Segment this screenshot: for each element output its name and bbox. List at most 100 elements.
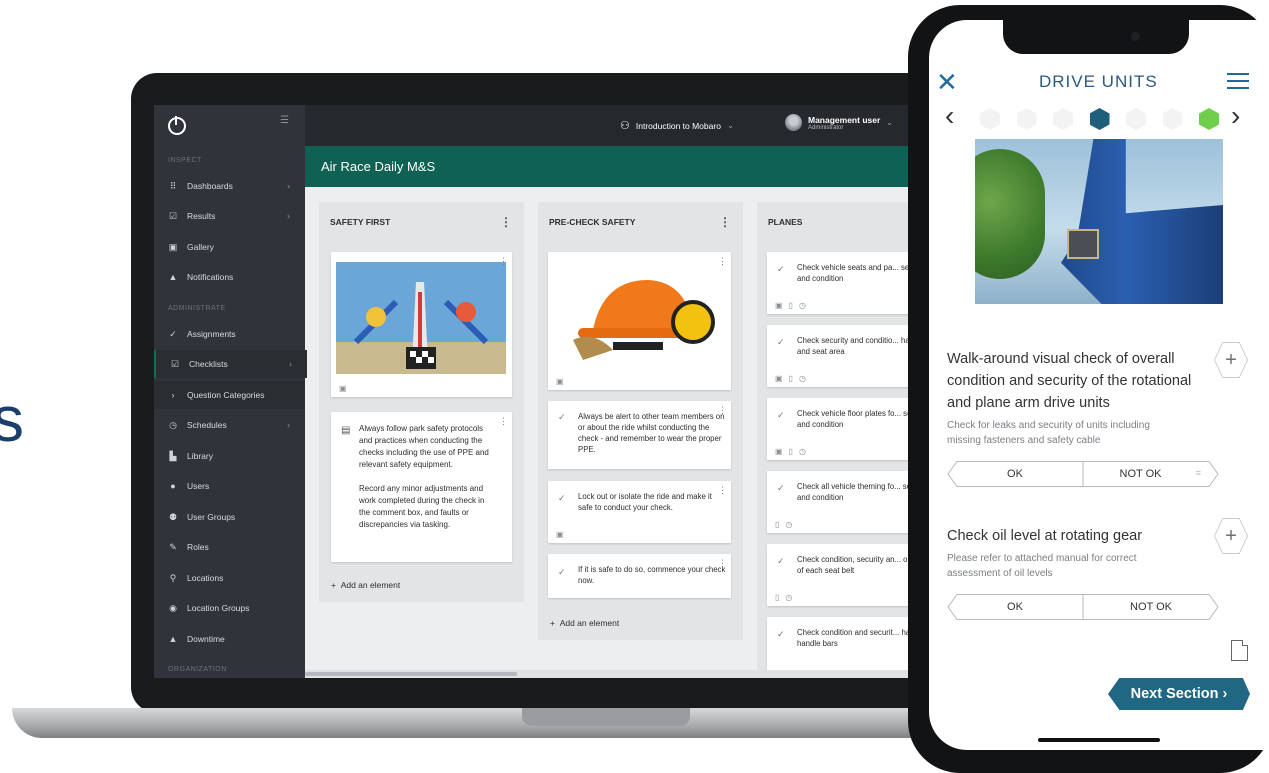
- top-bar: ⚇ Introduction to Mobaro ⌄ Management us…: [305, 105, 954, 146]
- section-title: DRIVE UNITS: [1039, 72, 1158, 91]
- ok-button[interactable]: OK: [947, 594, 1083, 620]
- horizontal-scrollbar[interactable]: [305, 670, 954, 678]
- image-card[interactable]: ⋮ ▣: [548, 252, 731, 390]
- question-description-line: Check for leaks and security of units in…: [947, 420, 1150, 431]
- sidebar-item-roles[interactable]: ✎ Roles: [154, 533, 305, 561]
- sidebar-item-library[interactable]: ▙ Library: [154, 442, 305, 470]
- check-item-text: Always be alert to other team members on…: [578, 412, 725, 454]
- item-icons: ▣▯◷: [775, 301, 812, 310]
- sidebar-item-user-groups[interactable]: ⚉ User Groups: [154, 503, 305, 531]
- check-icon: ✓: [777, 483, 785, 493]
- collapse-sidebar-icon[interactable]: ☰: [280, 115, 289, 126]
- kebab-menu-icon[interactable]: ⋮: [718, 405, 727, 416]
- question-description-line: assessment of oil levels: [947, 568, 1053, 579]
- sidebar-item-downtime[interactable]: ▲ Downtime: [154, 625, 305, 653]
- hamburger-menu-icon[interactable]: [1227, 73, 1249, 94]
- answer-toggle: OK NOT OK ≡: [947, 461, 1219, 487]
- not-ok-button[interactable]: NOT OK: [1083, 461, 1198, 487]
- users-icon: ⚉: [168, 512, 178, 522]
- sidebar-item-dashboards[interactable]: ⠿ Dashboards ›: [154, 172, 305, 200]
- sidebar-item-locations[interactable]: ⚲ Locations: [154, 564, 305, 592]
- drive-unit-photo: [975, 139, 1223, 304]
- note-text: Always follow park safety protocols and …: [359, 423, 509, 531]
- column-header: SAFETY FIRST ⋮: [319, 202, 524, 242]
- add-element-label: Add an element: [340, 580, 401, 590]
- question-description-line: Please refer to attached manual for corr…: [947, 553, 1137, 564]
- note-line: discrepancies via tasking.: [359, 520, 451, 529]
- not-ok-button[interactable]: NOT OK: [1083, 594, 1219, 620]
- kebab-menu-icon[interactable]: ⋮: [499, 256, 508, 267]
- question-title-line: Check oil level at rotating gear: [947, 528, 1143, 544]
- mobaro-logo-icon[interactable]: [168, 116, 186, 135]
- next-section-button[interactable]: Next Section ›: [1108, 678, 1250, 710]
- kebab-menu-icon[interactable]: ⋮: [718, 485, 727, 496]
- check-item-card[interactable]: ✓ Always be alert to other team members …: [548, 401, 731, 469]
- sidebar-item-schedules[interactable]: ◷ Schedules ›: [154, 411, 305, 439]
- chevron-down-icon: ⌄: [886, 118, 893, 127]
- kebab-menu-icon[interactable]: ⋮: [719, 202, 731, 242]
- sidebar-item-label: Users: [187, 481, 210, 491]
- section-inspect: INSPECT: [168, 157, 202, 164]
- image-icon: ▣: [556, 530, 570, 539]
- check-item-card[interactable]: ✓ If it is safe to do so, commence your …: [548, 554, 731, 598]
- user-menu[interactable]: Management user Administrator ⌄: [785, 114, 893, 131]
- plus-icon: +: [1215, 519, 1247, 553]
- check-icon: ✓: [777, 410, 785, 420]
- pin-group-icon: ◉: [169, 603, 177, 613]
- chevron-right-icon[interactable]: ›: [1231, 100, 1240, 132]
- chevron-left-icon[interactable]: ‹: [945, 100, 954, 132]
- sidebar-item-label: Gallery: [187, 242, 214, 252]
- chevron-right-icon: ›: [289, 359, 292, 369]
- note-line: Always follow park safety protocols: [359, 424, 484, 433]
- sidebar-item-label: Dashboards: [187, 181, 233, 191]
- note-icon: ▤: [341, 425, 351, 436]
- question-title-line: Walk-around visual check of overall: [947, 351, 1175, 367]
- add-element-button[interactable]: + Add an element: [331, 580, 400, 590]
- gallery-icon: ▣: [168, 242, 178, 252]
- bullet-icon: ›: [171, 390, 175, 400]
- notes-icon: ≡: [1195, 468, 1201, 478]
- sidebar: ☰ INSPECT ⠿ Dashboards › ☑ Results › ▣ Galler…: [154, 105, 307, 678]
- sidebar-item-location-groups[interactable]: ◉ Location Groups: [154, 594, 305, 622]
- kebab-menu-icon[interactable]: ⋮: [718, 256, 727, 267]
- add-element-label: Add an element: [559, 618, 620, 628]
- org-switcher[interactable]: ⚇ Introduction to Mobaro ⌄: [620, 119, 734, 132]
- document-icon[interactable]: [1231, 640, 1248, 661]
- sidebar-item-results[interactable]: ☑ Results ›: [154, 202, 305, 230]
- note-card[interactable]: ▤ Always follow park safety protocols an…: [331, 412, 512, 562]
- sidebar-item-assignments[interactable]: ✓ Assignments: [154, 320, 305, 348]
- page-title: Air Race Daily M&S: [321, 159, 436, 174]
- kebab-menu-icon[interactable]: ⋮: [499, 416, 508, 427]
- column-header: PRE-CHECK SAFETY ⋮: [538, 202, 743, 242]
- pin-icon: ⚲: [169, 573, 177, 583]
- sidebar-item-users[interactable]: ● Users: [154, 472, 305, 500]
- wrench-icon: ✎: [169, 542, 177, 552]
- check-item-card[interactable]: ✓ Lock out or isolate the ride and make …: [548, 481, 731, 543]
- sidebar-item-notifications[interactable]: ▲ Notifications: [154, 263, 305, 291]
- org-label: Introduction to Mobaro: [635, 120, 721, 131]
- sidebar-item-question-categories[interactable]: › Question Categories: [154, 381, 305, 409]
- checkbox-icon: ☑: [168, 211, 178, 221]
- kebab-menu-icon[interactable]: ⋮: [500, 202, 512, 242]
- add-element-button[interactable]: + Add an element: [550, 618, 619, 628]
- ride-photo: [336, 262, 506, 374]
- check-icon: ✓: [169, 329, 177, 339]
- item-icons: ▯◷: [775, 593, 799, 602]
- question-title-line: and plane arm drive units: [947, 395, 1110, 411]
- note-line: Record any minor adjustments and: [359, 484, 484, 493]
- edge-text: s: [0, 383, 24, 455]
- kebab-menu-icon[interactable]: ⋮: [718, 558, 727, 569]
- sidebar-item-gallery[interactable]: ▣ Gallery: [154, 233, 305, 261]
- item-icons: ▣▯◷: [775, 447, 812, 456]
- scrollbar-thumb[interactable]: [305, 672, 517, 676]
- column-pre-check-safety: PRE-CHECK SAFETY ⋮ ⋮ ▣ ✓ Always be alert …: [538, 202, 743, 640]
- ok-button[interactable]: OK: [947, 461, 1083, 487]
- hardhat-photo: [553, 260, 723, 364]
- question-title-line: condition and security of the rotational: [947, 373, 1192, 389]
- sidebar-item-checklists[interactable]: ☑ Checklists ›: [154, 350, 307, 378]
- close-icon[interactable]: ✕: [936, 67, 958, 98]
- check-icon: ✓: [558, 567, 566, 577]
- chevron-right-icon: ›: [287, 211, 290, 221]
- image-card[interactable]: ⋮ ▣: [331, 252, 512, 397]
- laptop-notch: [522, 708, 690, 726]
